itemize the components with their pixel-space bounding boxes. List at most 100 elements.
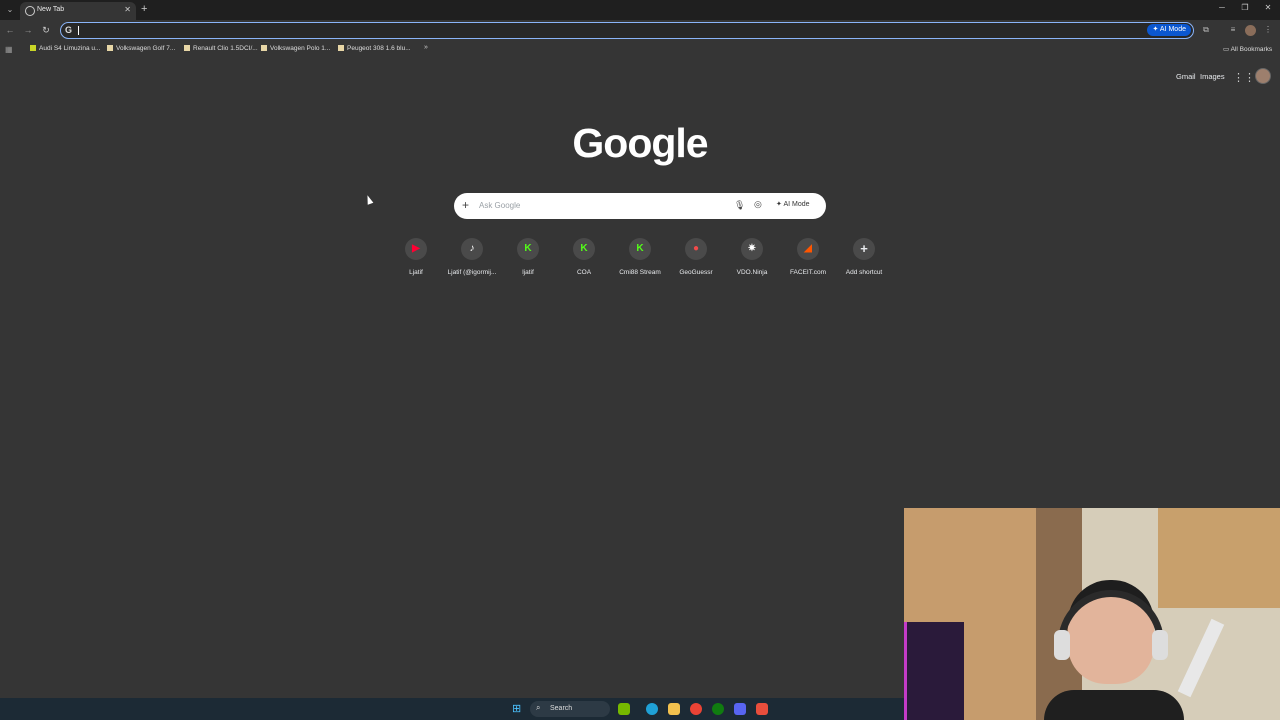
- minimize-button[interactable]: ─: [1216, 3, 1228, 12]
- images-link[interactable]: Images: [1200, 72, 1225, 81]
- vdo-ninja-icon: ✷: [741, 238, 763, 260]
- add-shortcut-button[interactable]: + Add shortcut: [836, 238, 892, 282]
- taskbar-search[interactable]: ⌕ Search: [530, 701, 610, 717]
- shortcut-label: Ljatif: [409, 269, 423, 276]
- geoguessr-icon: ●: [685, 238, 707, 260]
- back-icon[interactable]: ←: [4, 25, 16, 35]
- media-icon[interactable]: ≡: [1227, 25, 1239, 34]
- windows-start-icon[interactable]: ⊞: [512, 703, 524, 715]
- webcam-overlay: [904, 508, 1280, 720]
- bookmark-label: Volkswagen Polo 1...: [270, 45, 331, 52]
- tab-new-tab[interactable]: New Tab ✕: [20, 2, 136, 20]
- ai-mode-button[interactable]: ✦ AI Mode: [776, 200, 810, 208]
- bookmark-favicon-icon: [184, 45, 190, 52]
- bookmark-label: Peugeot 308 1.6 blu...: [347, 45, 411, 52]
- bookmark-item[interactable]: Volkswagen Golf 7...: [107, 45, 175, 52]
- webcam-mic-arm: [1177, 618, 1225, 698]
- faceit-icon: ◢: [797, 238, 819, 260]
- menu-kebab-icon[interactable]: ⋮: [1262, 25, 1274, 34]
- plus-icon[interactable]: +: [462, 198, 469, 212]
- add-icon: +: [853, 238, 875, 260]
- forward-icon[interactable]: →: [22, 25, 34, 35]
- shortcut-tile[interactable]: K ljatif: [500, 238, 556, 282]
- bookmark-item[interactable]: Volkswagen Polo 1...: [261, 45, 330, 52]
- close-window-button[interactable]: ✕: [1262, 3, 1274, 12]
- mouse-cursor-icon: [364, 194, 374, 205]
- google-search-box[interactable]: + Ask Google 🎙 ◎ ✦ AI Mode: [454, 193, 826, 219]
- shortcut-tile[interactable]: ✷ VDO.Ninja: [724, 238, 780, 282]
- shortcut-label: Cmi88 Stream: [619, 269, 661, 276]
- discord-icon[interactable]: [734, 703, 746, 715]
- profile-icon[interactable]: [1245, 25, 1256, 36]
- apps-grid-icon[interactable]: ▦: [5, 45, 13, 54]
- windows-taskbar: ⊞ ⌕ Search: [0, 698, 904, 720]
- tab-strip: ⌄ New Tab ✕ + ─ ❐ ✕: [0, 0, 1280, 20]
- bookmark-favicon-icon: [338, 45, 344, 52]
- webcam-person: [1044, 580, 1184, 720]
- edge-icon[interactable]: [646, 703, 658, 715]
- tab-search-chevron-icon[interactable]: ⌄: [4, 4, 16, 16]
- reload-icon[interactable]: ↻: [40, 25, 52, 36]
- bookmarks-overflow-button[interactable]: »: [424, 44, 428, 51]
- gmail-link[interactable]: Gmail: [1176, 72, 1196, 81]
- lens-icon[interactable]: ◎: [754, 199, 762, 210]
- search-input[interactable]: Ask Google: [479, 201, 520, 210]
- nvidia-icon[interactable]: [618, 703, 630, 715]
- file-explorer-icon[interactable]: [668, 703, 680, 715]
- webcam-person-body: [1044, 690, 1184, 720]
- google-logo: Google: [572, 120, 708, 166]
- microphone-icon[interactable]: 🎙: [734, 200, 745, 211]
- app-icon[interactable]: [756, 703, 768, 715]
- chrome-icon: [25, 6, 35, 16]
- shortcut-label: FACEIT.com: [789, 269, 827, 276]
- all-bookmarks-button[interactable]: ▭ All Bookmarks: [1223, 45, 1272, 53]
- kick-icon: K: [573, 238, 595, 260]
- shortcut-tile[interactable]: K Cmi88 Stream: [612, 238, 668, 282]
- bookmark-item[interactable]: Audi S4 Limuzina u...: [30, 45, 100, 52]
- address-bar[interactable]: G ✦ AI Mode: [60, 22, 1194, 39]
- webcam-headset-ear: [1152, 630, 1168, 660]
- shortcut-tile[interactable]: K COA: [556, 238, 612, 282]
- bookmarks-bar: ▦ Audi S4 Limuzina u... Volkswagen Golf …: [0, 42, 1280, 56]
- webcam-background: [1158, 508, 1280, 608]
- webcam-background: [904, 622, 964, 720]
- shortcut-label: Add shortcut: [845, 269, 883, 276]
- xbox-icon[interactable]: [712, 703, 724, 715]
- ai-mode-label: AI Mode: [783, 201, 810, 208]
- shortcut-label: COA: [576, 269, 592, 276]
- chrome-icon[interactable]: [690, 703, 702, 715]
- bookmark-favicon-icon: [30, 45, 36, 52]
- shortcut-tile[interactable]: ▶ Ljatif: [388, 238, 444, 282]
- shortcut-tile[interactable]: ● GeoGuessr: [668, 238, 724, 282]
- tab-title: New Tab: [37, 6, 65, 13]
- browser-toolbar: ← → ↻ G ✦ AI Mode ⧉ ≡ ⋮: [0, 20, 1280, 42]
- google-g-icon: G: [65, 25, 73, 35]
- extensions-icon[interactable]: ⧉: [1200, 25, 1212, 35]
- shortcut-tile[interactable]: ◢ FACEIT.com: [780, 238, 836, 282]
- omnibox-ai-mode-button[interactable]: ✦ AI Mode: [1147, 24, 1191, 36]
- text-caret: [78, 26, 79, 35]
- all-bookmarks-label: All Bookmarks: [1230, 46, 1273, 53]
- webcam-headset-ear: [1054, 630, 1070, 660]
- folder-icon: ▭: [1223, 46, 1230, 53]
- bookmark-label: Volkswagen Golf 7...: [116, 45, 176, 52]
- kick-icon: K: [629, 238, 651, 260]
- omnibox-ai-mode-label: AI Mode: [1159, 26, 1186, 33]
- bookmark-favicon-icon: [261, 45, 267, 52]
- bookmark-label: Renault Clio 1.5DCI/...: [193, 45, 258, 52]
- restore-button[interactable]: ❐: [1239, 3, 1251, 12]
- tab-close-icon[interactable]: ✕: [124, 5, 131, 14]
- bookmark-item[interactable]: Renault Clio 1.5DCI/...: [184, 45, 258, 52]
- shortcut-label: ljatif: [522, 269, 534, 276]
- new-tab-button[interactable]: +: [141, 3, 147, 15]
- bookmark-label: Audi S4 Limuzina u...: [39, 45, 101, 52]
- bookmark-item[interactable]: Peugeot 308 1.6 blu...: [338, 45, 411, 52]
- youtube-icon: ▶: [405, 238, 427, 260]
- shortcut-tile[interactable]: ♪ Ljatif (@igormij...: [444, 238, 500, 282]
- shortcut-label: VDO.Ninja: [736, 269, 768, 276]
- search-icon: ⌕: [536, 703, 541, 712]
- account-avatar[interactable]: [1255, 68, 1271, 84]
- tiktok-icon: ♪: [461, 238, 483, 260]
- shortcut-label: Ljatif (@igormij...: [447, 269, 497, 276]
- kick-icon: K: [517, 238, 539, 260]
